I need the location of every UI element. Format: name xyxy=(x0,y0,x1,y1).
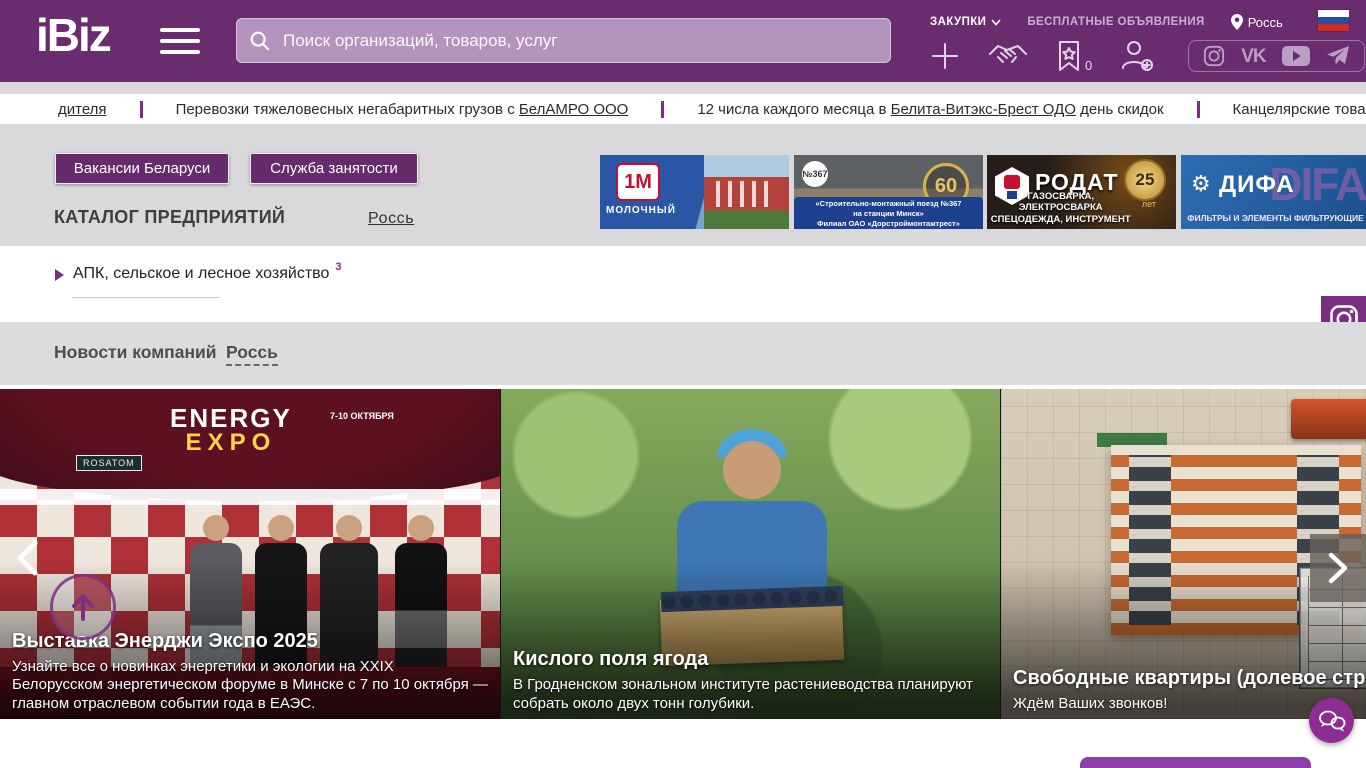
company-news-region-link[interactable]: Россь xyxy=(226,342,278,366)
category-count: 3 xyxy=(335,261,342,273)
instagram-icon[interactable] xyxy=(1203,45,1225,67)
ticker-item: Перевозки тяжеловесных негабаритных груз… xyxy=(175,100,629,118)
nav-zakupki[interactable]: ЗАКУПКИ xyxy=(930,16,1001,28)
vacancies-button[interactable]: Вакансии Беларуси xyxy=(55,153,229,184)
category-label: АПК, сельское и лесное хозяйство xyxy=(73,265,330,282)
catalog-title: КАТАЛОГ ПРЕДПРИЯТИЙ xyxy=(54,207,286,227)
chevron-right-icon xyxy=(1328,552,1348,584)
vk-icon[interactable]: VK xyxy=(1241,47,1266,66)
category-arrow-icon xyxy=(55,269,64,281)
page: iBiz ЗАКУПКИ БЕСПЛАТНЫЕ ОБЪЯВЛЕНИЯ Россь xyxy=(0,0,1366,768)
news-card-energy-expo[interactable]: ENERGYEXPO 7-10 ОКТЯБРЯ ROSATOM Выставка… xyxy=(0,389,500,719)
map-pin-icon xyxy=(1230,14,1243,30)
nav-free-ads[interactable]: БЕСПЛАТНЫЕ ОБЪЯВЛЕНИЯ xyxy=(1027,16,1204,28)
add-company-icon[interactable] xyxy=(930,41,960,71)
card-title: Кислого поля ягода xyxy=(513,648,709,671)
banner-logo: 1М xyxy=(616,163,660,201)
banner-caption: ФИЛЬТРЫ И ЭЛЕМЕНТЫ ФИЛЬТРУЮЩИЕ xyxy=(1187,213,1364,223)
card-title: Свободные квартиры (долевое строительств… xyxy=(1013,666,1366,689)
banner-molochny[interactable]: 1М МОЛОЧНЫЙ xyxy=(600,155,789,229)
banner-building-image xyxy=(704,155,789,229)
ticker-link[interactable]: Белита-Витэкс-Брест ОДО xyxy=(891,101,1076,118)
news-ticker: дителя Перевозки тяжеловесных негабаритн… xyxy=(0,94,1366,124)
category-divider xyxy=(72,297,220,298)
banner-smp367[interactable]: №367 60 лет «Строительно-монтажный поезд… xyxy=(794,155,983,229)
telegram-icon[interactable] xyxy=(1326,45,1350,67)
banner-rodat[interactable]: РОДАТ 25 лет ГАЗОСВАРКА, ЭЛЕКТРОСВАРКА С… xyxy=(987,155,1176,229)
location[interactable]: Россь xyxy=(1230,14,1283,30)
banner-logo: №367 xyxy=(802,161,828,187)
card-text: В Гродненском зональном институте растен… xyxy=(513,676,973,712)
favorites-count: 0 xyxy=(1085,58,1093,73)
ticker-item: дителя xyxy=(0,101,140,118)
ticker-link[interactable]: дителя xyxy=(58,101,107,118)
banner-difa[interactable]: DIFA ⚙ ДИФА ФИЛЬТРЫ И ЭЛЕМЕНТЫ ФИЛЬТРУЮЩ… xyxy=(1181,155,1366,229)
company-news-title: Новости компаний xyxy=(54,342,217,362)
location-label: Россь xyxy=(1247,14,1283,30)
news-card-blueberry[interactable]: Кислого поля ягода В Гродненском зональн… xyxy=(501,389,1000,719)
menu-icon[interactable] xyxy=(160,28,200,54)
gear-icon: ⚙ xyxy=(1191,171,1211,196)
logo[interactable]: iBiz xyxy=(36,12,112,58)
search-icon xyxy=(250,31,270,50)
nav-zakupki-label: ЗАКУПКИ xyxy=(930,16,987,28)
chevron-left-icon xyxy=(17,540,38,576)
youtube-icon[interactable] xyxy=(1281,46,1310,66)
employment-button[interactable]: Служба занятости xyxy=(250,153,418,184)
bottom-action-button[interactable] xyxy=(1080,757,1311,768)
header-nav: ЗАКУПКИ БЕСПЛАТНЫЕ ОБЪЯВЛЕНИЯ Россь xyxy=(930,12,1350,32)
ticker-item: 12 числа каждого месяца в Белита-Витэкс-… xyxy=(697,100,1164,118)
ticker-link[interactable]: БелАМРО ООО xyxy=(519,101,628,118)
slider-prev-button[interactable] xyxy=(14,540,40,576)
banner-label: МОЛОЧНЫЙ xyxy=(606,205,676,216)
company-news-bar: Новости компаний Россь xyxy=(0,322,1366,385)
banner-brand: ДИФА xyxy=(1219,171,1295,198)
russia-flag-icon[interactable] xyxy=(1318,10,1349,31)
card-text: Узнайте все о новинках энергетики и экол… xyxy=(12,658,488,712)
banner-caption: ГАЗОСВАРКА, ЭЛЕКТРОСВАРКА xyxy=(1018,191,1103,213)
handshake-icon[interactable] xyxy=(988,41,1028,71)
banner-caption: СПЕЦОДЕЖДА, ИНСТРУМЕНТ xyxy=(990,214,1131,225)
search-input[interactable] xyxy=(281,29,878,52)
banner-badge-sub: лет xyxy=(1141,199,1156,209)
banner-caption: «Строительно-монтажный поезд №367 на стан… xyxy=(794,197,983,229)
chevron-down-icon xyxy=(991,18,1001,26)
slider-next-button[interactable] xyxy=(1310,534,1366,602)
register-person-icon[interactable] xyxy=(1120,40,1154,72)
news-slider: ENERGYEXPO 7-10 ОКТЯБРЯ ROSATOM Выставка… xyxy=(0,389,1366,719)
catalog-region-link[interactable]: Россь xyxy=(368,210,414,228)
header-icons: 0 VK xyxy=(930,36,1365,76)
category-apk[interactable]: АПК, сельское и лесное хозяйство 3 xyxy=(55,261,342,283)
header: iBiz ЗАКУПКИ БЕСПЛАТНЫЕ ОБЪЯВЛЕНИЯ Россь xyxy=(0,0,1366,82)
favorites-bookmark[interactable]: 0 xyxy=(1056,40,1092,72)
scroll-to-top-button[interactable] xyxy=(50,574,116,640)
arrow-up-icon xyxy=(72,594,94,621)
bookmark-star-icon xyxy=(1059,41,1079,71)
social-links-box: VK xyxy=(1188,40,1365,72)
search-box xyxy=(236,18,891,63)
ticker-item: Канцелярские товары xyxy=(1232,100,1366,118)
chat-widget-button[interactable] xyxy=(1309,698,1354,743)
chat-bubbles-icon xyxy=(1318,710,1345,731)
